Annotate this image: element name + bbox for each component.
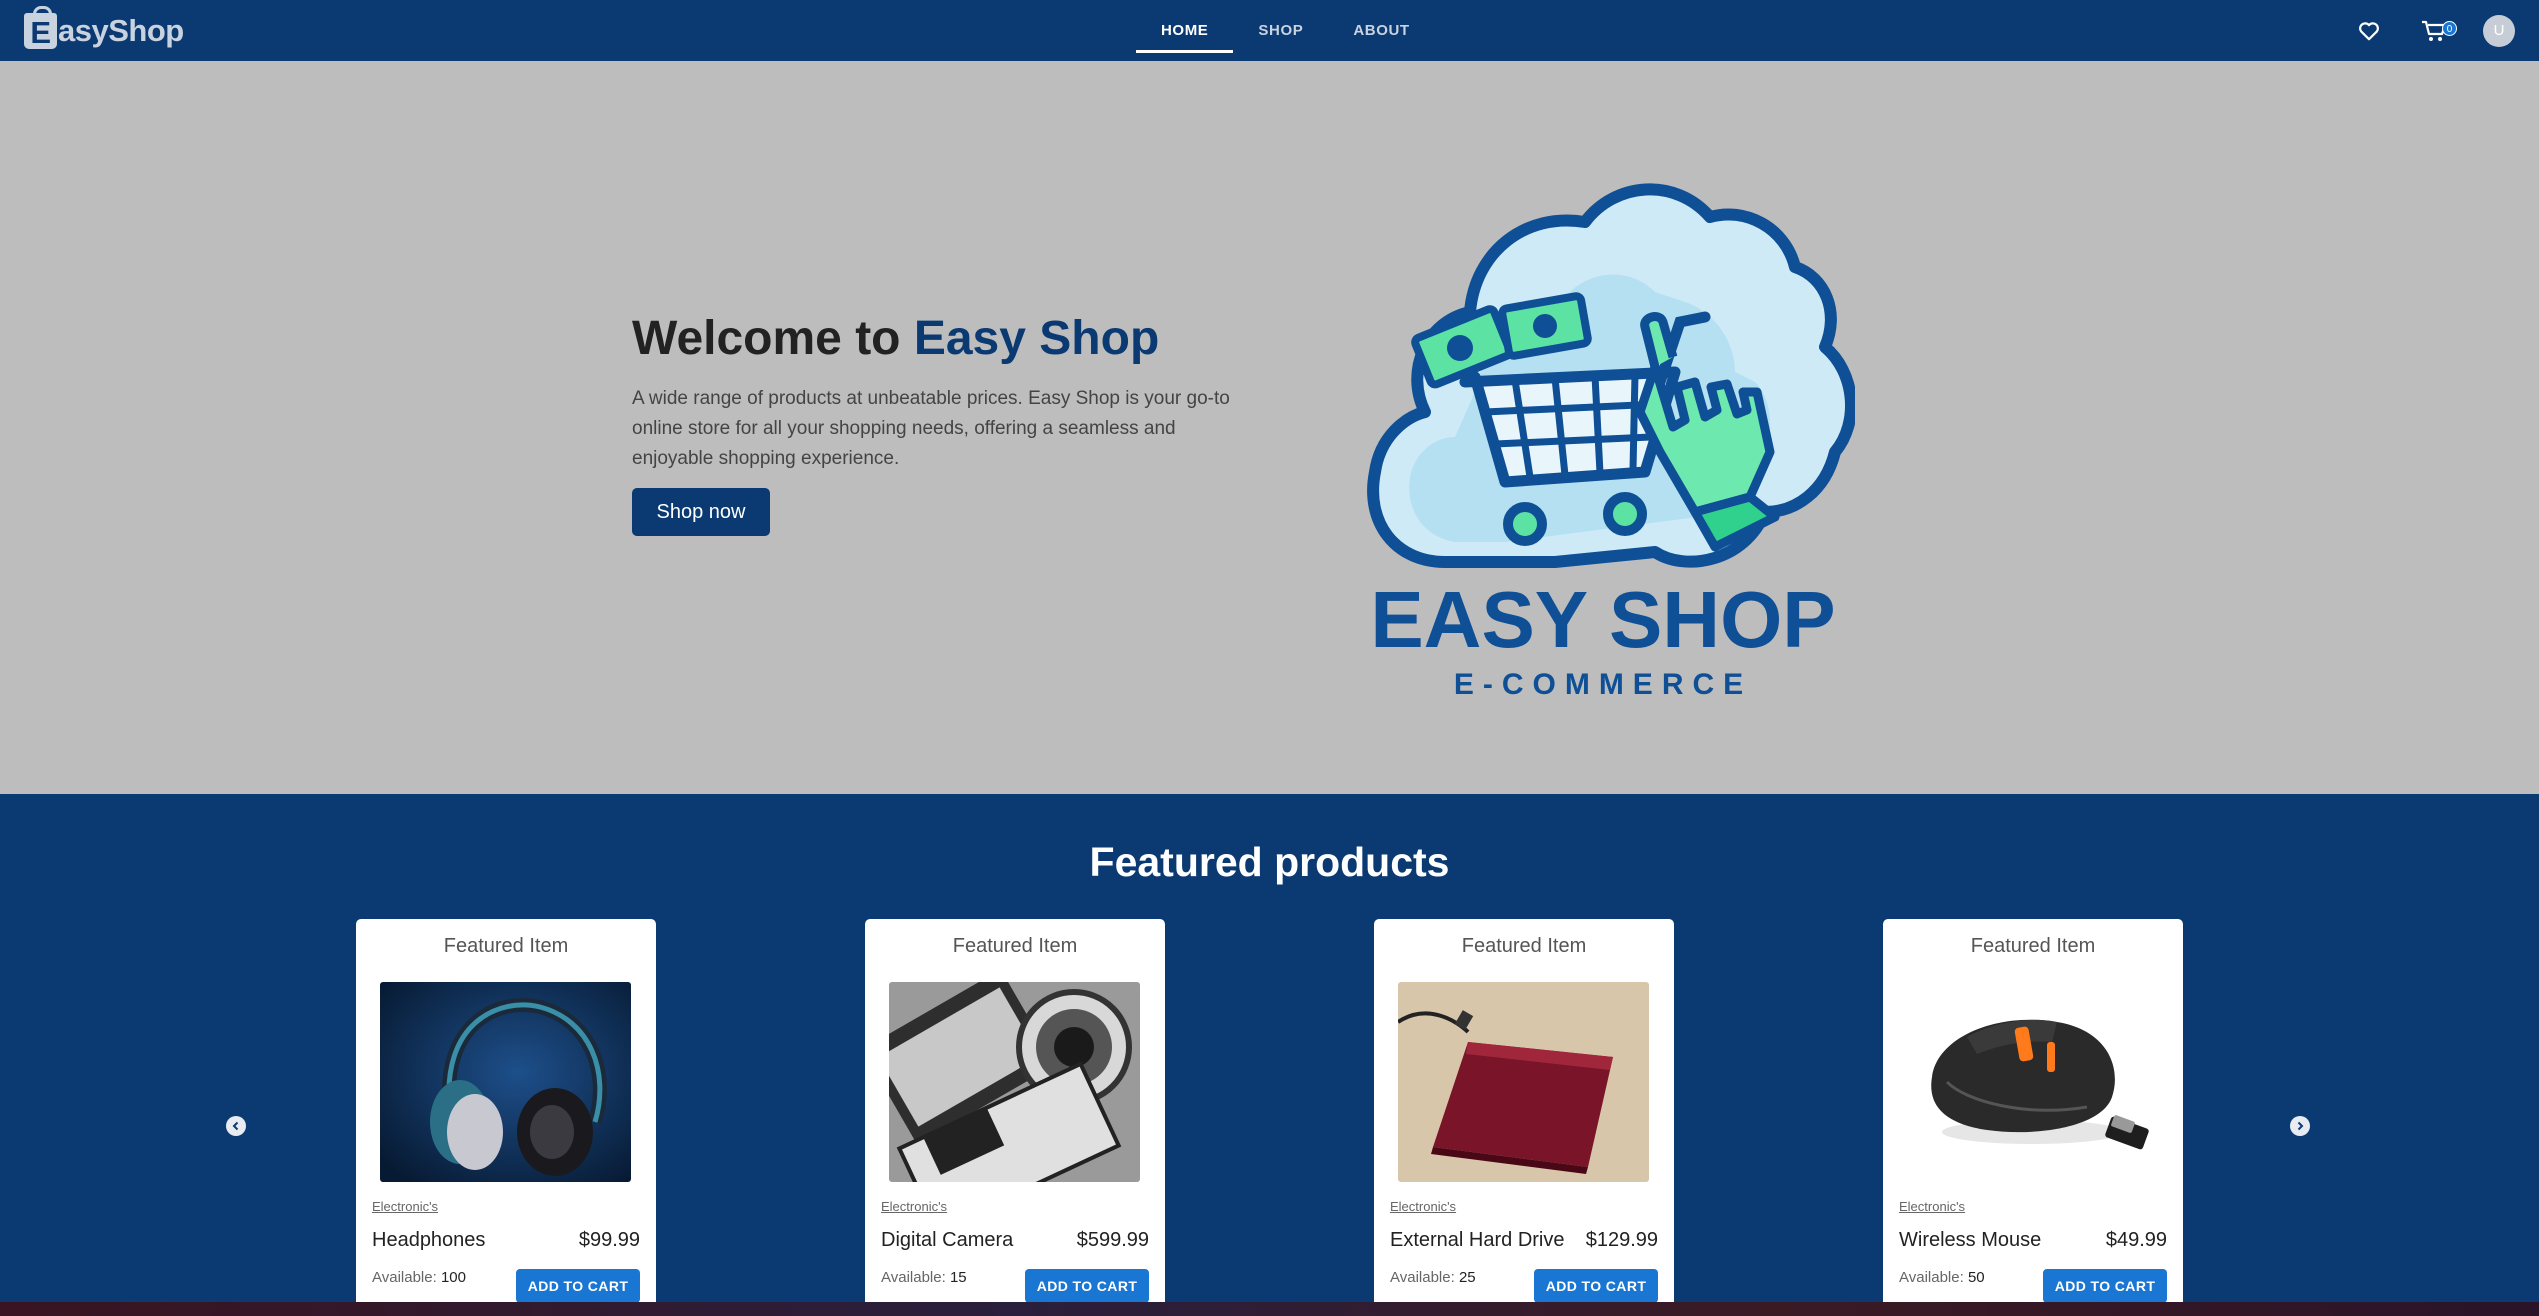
product-price: $99.99 (578, 1229, 640, 1251)
product-name: Digital Camera (881, 1229, 1014, 1251)
product-card-camera: Featured Item Electronic's Digital Camer… (865, 919, 1165, 1316)
product-image-hard-drive[interactable] (1398, 982, 1649, 1182)
product-card-headphones: Featured Item Electronic's Headphones $9… (356, 919, 656, 1316)
product-price: $49.99 (2105, 1229, 2167, 1251)
product-card-mouse: Featured Item Electronic's Wireless Mous… (1883, 919, 2183, 1316)
brand-logo[interactable]: E asyShop (24, 6, 184, 52)
availability-count: 50 (1967, 1269, 1985, 1286)
carousel-next-button[interactable] (2290, 1116, 2310, 1136)
main-nav: HOME SHOP ABOUT (1136, 0, 1435, 61)
availability-count: 100 (440, 1269, 466, 1286)
product-availability: Available: 25 (1390, 1269, 1476, 1286)
headphones-image (380, 982, 631, 1182)
availability-count: 25 (1458, 1269, 1476, 1286)
cart-button[interactable]: 0 (2417, 13, 2457, 49)
hero-title-prefix: Welcome to (632, 312, 914, 365)
product-category-link[interactable]: Electronic's (1390, 1199, 1456, 1214)
nav-about[interactable]: ABOUT (1328, 0, 1434, 61)
nav-home[interactable]: HOME (1136, 0, 1234, 61)
chevron-right-icon (2297, 1121, 2304, 1131)
product-availability: Available: 50 (1899, 1269, 1985, 1286)
brand-initial: E (30, 15, 51, 50)
card-header: Featured Item (1970, 935, 2096, 957)
card-header: Featured Item (443, 935, 569, 957)
hero-section: Welcome to Easy Shop A wide range of pro… (0, 61, 2539, 794)
hard-drive-image (1398, 982, 1649, 1182)
product-category-link[interactable]: Electronic's (1899, 1199, 1965, 1214)
brand-text: asyShop (58, 13, 184, 48)
heart-icon (2359, 21, 2379, 40)
mouse-image (1907, 982, 2158, 1182)
featured-section: Featured products Featured Item Electron… (0, 794, 2539, 1316)
nav-actions: 0 U (2351, 0, 2515, 61)
product-image-mouse[interactable] (1907, 982, 2158, 1182)
user-avatar[interactable]: U (2483, 14, 2515, 47)
product-card-hard-drive: Featured Item Electronic's External Hard… (1374, 919, 1674, 1316)
shopping-bag-icon: E (24, 6, 57, 50)
hero-title: Welcome to Easy Shop (632, 311, 1159, 366)
add-to-cart-button[interactable]: ADD TO CART (516, 1269, 640, 1303)
featured-title: Featured products (1089, 839, 1450, 885)
add-to-cart-button[interactable]: ADD TO CART (1534, 1269, 1658, 1303)
shop-now-button[interactable]: Shop now (632, 488, 770, 536)
product-category-link[interactable]: Electronic's (881, 1199, 947, 1214)
availability-count: 15 (949, 1269, 967, 1286)
nav-shop[interactable]: SHOP (1233, 0, 1328, 61)
availability-label: Available: (881, 1269, 946, 1286)
product-image-camera[interactable] (889, 982, 1140, 1182)
os-taskbar (0, 1302, 2539, 1316)
product-availability: Available: 100 (372, 1269, 466, 1286)
product-price: $129.99 (1585, 1229, 1658, 1251)
product-name: External Hard Drive (1390, 1229, 1565, 1251)
wishlist-button[interactable] (2351, 13, 2387, 49)
product-image-headphones[interactable] (380, 982, 631, 1182)
add-to-cart-button[interactable]: ADD TO CART (1025, 1269, 1149, 1303)
easy-shop-logo: EASY SHOP E-COMMERCE (1367, 183, 1855, 701)
availability-label: Available: (372, 1269, 437, 1286)
logo-subtitle: E-COMMERCE (1454, 668, 1752, 701)
product-availability: Available: 15 (881, 1269, 967, 1286)
chevron-left-icon (232, 1121, 239, 1131)
product-name: Headphones (372, 1229, 486, 1251)
hero-title-accent: Easy Shop (913, 312, 1160, 365)
carousel-prev-button[interactable] (226, 1116, 246, 1136)
hero-description: A wide range of products at unbeatable p… (632, 388, 1230, 469)
availability-label: Available: (1390, 1269, 1455, 1286)
camera-image (889, 982, 1140, 1182)
product-category-link[interactable]: Electronic's (372, 1199, 438, 1214)
card-header: Featured Item (1461, 935, 1587, 957)
product-price: $599.99 (1076, 1229, 1149, 1251)
availability-label: Available: (1899, 1269, 1964, 1286)
logo-title: EASY SHOP (1370, 575, 1835, 664)
cart-count-badge: 0 (2442, 20, 2457, 36)
add-to-cart-button[interactable]: ADD TO CART (2043, 1269, 2167, 1303)
navbar: E asyShop HOME SHOP ABOUT 0 U (0, 0, 2539, 61)
product-name: Wireless Mouse (1899, 1229, 2042, 1251)
card-header: Featured Item (952, 935, 1078, 957)
